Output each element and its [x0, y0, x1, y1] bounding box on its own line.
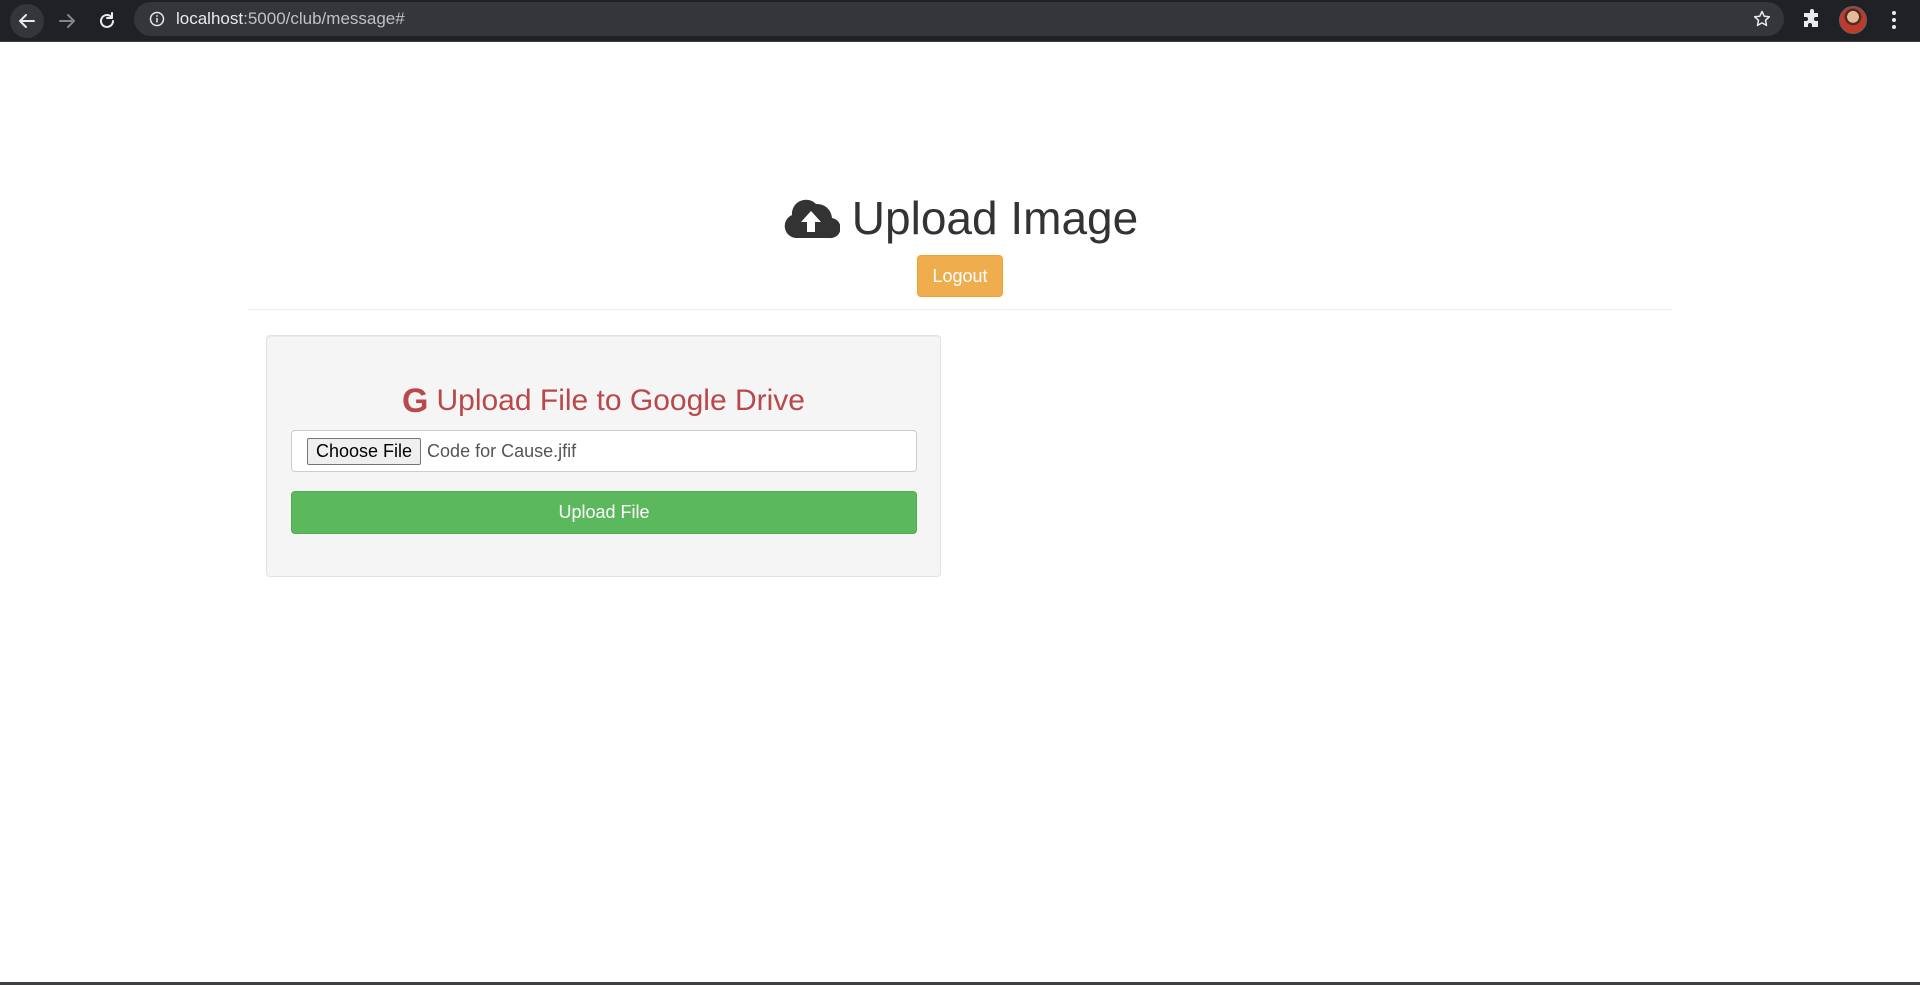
- star-icon[interactable]: [1752, 9, 1772, 29]
- choose-file-button[interactable]: Choose File: [307, 437, 422, 465]
- forward-button[interactable]: [50, 4, 84, 38]
- divider: [248, 309, 1672, 310]
- page-title: Upload Image: [782, 190, 1138, 246]
- google-icon: G: [402, 382, 429, 420]
- reload-button[interactable]: [90, 4, 124, 38]
- upload-panel: G Upload File to Google Drive Choose Fil…: [266, 335, 941, 577]
- selected-file-name: Code for Cause.jfif: [427, 440, 577, 461]
- arrow-left-icon: [19, 14, 35, 28]
- url-text: localhost:5000/club/message#: [176, 9, 405, 29]
- page-header: Upload Image: [248, 190, 1672, 246]
- reload-icon: [100, 12, 114, 28]
- upload-panel-title: G Upload File to Google Drive: [267, 384, 940, 418]
- logout-button[interactable]: Logout: [917, 255, 1003, 297]
- upload-file-button[interactable]: Upload File: [291, 491, 917, 534]
- info-icon[interactable]: [148, 10, 166, 28]
- url-path: :5000/club/message#: [243, 9, 405, 28]
- arrow-right-icon: [59, 14, 75, 28]
- upload-panel-title-text: Upload File to Google Drive: [436, 384, 805, 417]
- puzzle-icon[interactable]: [1800, 8, 1824, 32]
- kebab-menu-icon[interactable]: [1882, 8, 1906, 32]
- avatar[interactable]: [1839, 6, 1867, 34]
- back-button[interactable]: [10, 4, 44, 38]
- cloud-upload-icon: [784, 199, 840, 239]
- browser-toolbar: localhost:5000/club/message#: [0, 0, 1920, 42]
- file-input[interactable]: Choose File Code for Cause.jfif: [291, 430, 917, 472]
- address-bar[interactable]: localhost:5000/club/message#: [134, 2, 1784, 36]
- url-host: localhost: [176, 9, 244, 28]
- page-title-text: Upload Image: [851, 192, 1139, 244]
